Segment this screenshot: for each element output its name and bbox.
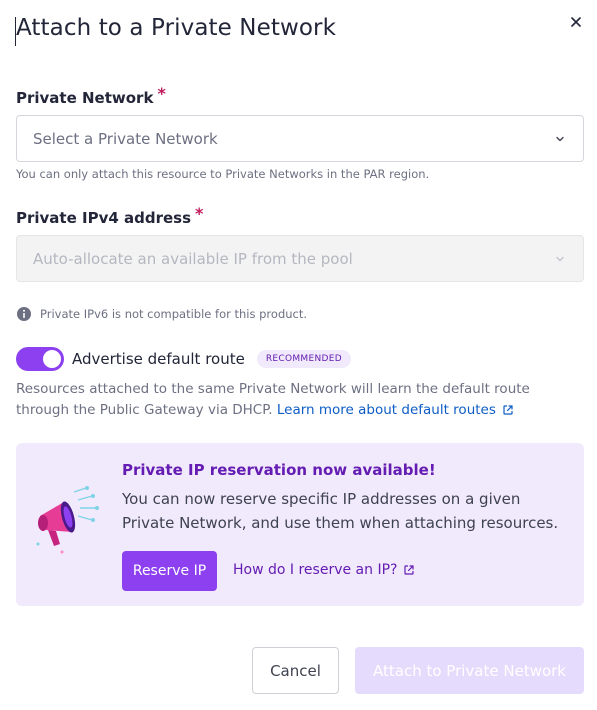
external-link-icon <box>503 405 513 415</box>
recommended-badge: RECOMMENDED <box>256 350 351 368</box>
default-route-toggle[interactable] <box>16 347 64 371</box>
ipv4-label: Private IPv4 address * <box>16 204 204 227</box>
learn-more-link[interactable]: Learn more about default routes <box>277 402 496 418</box>
attach-private-network-dialog: Attach to a Private Network Private Netw… <box>0 0 597 710</box>
default-route-description: Resources attached to the same Private N… <box>16 381 530 418</box>
external-link-icon <box>404 565 415 575</box>
reserve-ip-button[interactable]: Reserve IP <box>122 551 217 591</box>
ipv6-info-text: Private IPv6 is not compatible for this … <box>40 307 308 321</box>
ipv4-select: Auto-allocate an available IP from the p… <box>16 235 584 282</box>
toggle-knob <box>43 350 61 368</box>
attach-button: Attach to Private Network <box>355 647 584 694</box>
promo-title: Private IP reservation now available! <box>122 461 436 479</box>
required-mark: * <box>157 84 166 103</box>
info-icon <box>17 307 31 321</box>
close-icon <box>571 17 581 27</box>
required-mark: * <box>195 204 204 223</box>
ip-reservation-promo: Private IP reservation now available! Yo… <box>16 443 584 606</box>
chevron-down-icon <box>556 256 564 262</box>
promo-text: You can now reserve specific IP addresse… <box>122 490 559 532</box>
ipv4-placeholder: Auto-allocate an available IP from the p… <box>33 249 353 268</box>
private-network-label: Private Network * <box>16 84 166 107</box>
default-route-label: Advertise default route <box>72 350 245 368</box>
private-network-help: You can only attach this resource to Pri… <box>16 167 430 181</box>
default-route-row: Advertise default route RECOMMENDED <box>16 346 351 372</box>
reserve-ip-help-link[interactable]: How do I reserve an IP? <box>233 562 415 578</box>
close-button[interactable] <box>566 12 586 32</box>
chevron-down-icon <box>556 136 564 142</box>
dialog-title: Attach to a Private Network <box>16 15 337 41</box>
megaphone-icon <box>36 486 99 554</box>
cancel-button[interactable]: Cancel <box>252 647 339 694</box>
private-network-select[interactable]: Select a Private Network <box>16 115 584 162</box>
reserve-ip-help-label: How do I reserve an IP? <box>233 562 398 578</box>
private-network-placeholder: Select a Private Network <box>33 129 218 148</box>
ipv6-info: Private IPv6 is not compatible for this … <box>16 306 307 322</box>
